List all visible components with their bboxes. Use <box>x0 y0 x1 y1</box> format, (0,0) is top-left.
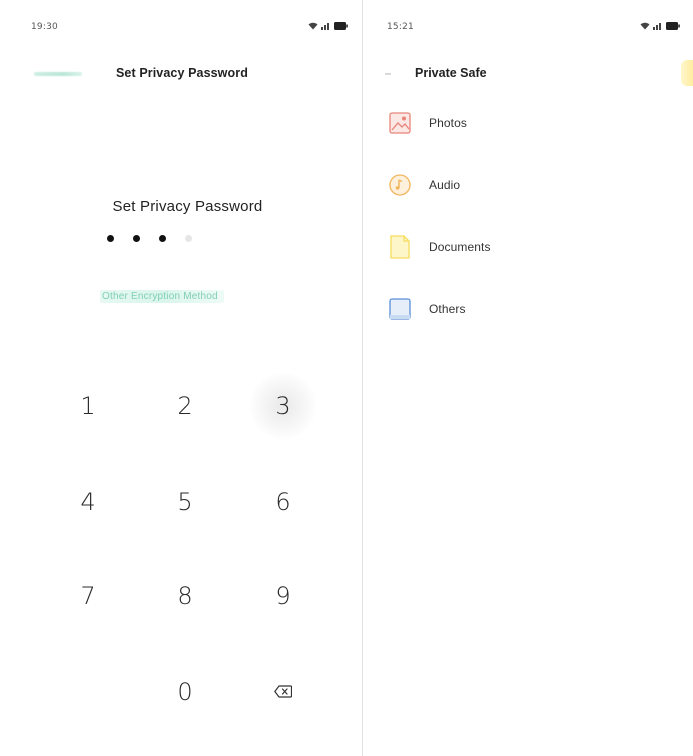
page-title: Private Safe <box>415 66 487 80</box>
backspace-icon <box>274 683 293 702</box>
pin-dot-empty <box>185 235 192 242</box>
audio-icon <box>387 172 413 198</box>
keypad-key-2[interactable]: 2 <box>155 384 215 428</box>
list-item-label: Documents <box>429 240 491 254</box>
list-item-label: Audio <box>429 178 461 192</box>
wifi-icon <box>308 22 318 30</box>
list-item-documents[interactable]: Documents <box>387 232 491 262</box>
keypad-key-5[interactable]: 5 <box>155 480 215 524</box>
pin-dot-filled <box>107 235 114 242</box>
signal-icon <box>321 22 331 30</box>
keypad-key-9[interactable]: 9 <box>253 574 313 618</box>
battery-icon <box>666 22 680 30</box>
others-icon <box>387 296 413 322</box>
list-item-others[interactable]: Others <box>387 294 466 324</box>
status-icons <box>308 22 348 30</box>
other-encryption-method-link[interactable]: Other Encryption Method <box>100 290 224 303</box>
list-item-photos[interactable]: Photos <box>387 108 467 138</box>
keypad-delete-button[interactable] <box>253 670 313 714</box>
status-time: 15:21 <box>387 22 414 32</box>
documents-icon <box>387 234 413 260</box>
pin-indicator <box>107 235 192 242</box>
keypad-key-4[interactable]: 4 <box>58 480 118 524</box>
pin-dot-filled <box>159 235 166 242</box>
set-password-screen: 19:30 Set Privacy Password Set Privacy P… <box>0 0 362 756</box>
status-icons <box>640 22 680 30</box>
list-item-label: Others <box>429 302 466 316</box>
keypad-key-7[interactable]: 7 <box>58 574 118 618</box>
status-time: 19:30 <box>31 22 58 32</box>
keypad-key-0[interactable]: 0 <box>155 670 215 714</box>
keypad-key-1[interactable]: 1 <box>58 384 118 428</box>
list-item-label: Photos <box>429 116 467 130</box>
keypad-key-3[interactable]: 3 <box>250 373 316 439</box>
pin-dot-filled <box>133 235 140 242</box>
battery-icon <box>334 22 348 30</box>
back-button[interactable] <box>34 72 82 76</box>
wifi-icon <box>640 22 650 30</box>
screenshot-frame: 19:30 Set Privacy Password Set Privacy P… <box>0 0 693 756</box>
page-title: Set Privacy Password <box>116 66 248 80</box>
signal-icon <box>653 22 663 30</box>
private-safe-screen: 15:21 Private Safe Photos Audio Document… <box>363 0 693 756</box>
back-button[interactable] <box>385 73 391 75</box>
keypad-key-8[interactable]: 8 <box>155 574 215 618</box>
keypad-key-6[interactable]: 6 <box>253 480 313 524</box>
list-item-audio[interactable]: Audio <box>387 170 460 200</box>
password-prompt: Set Privacy Password <box>112 198 263 215</box>
photos-icon <box>387 110 413 136</box>
menu-button[interactable] <box>681 60 693 86</box>
